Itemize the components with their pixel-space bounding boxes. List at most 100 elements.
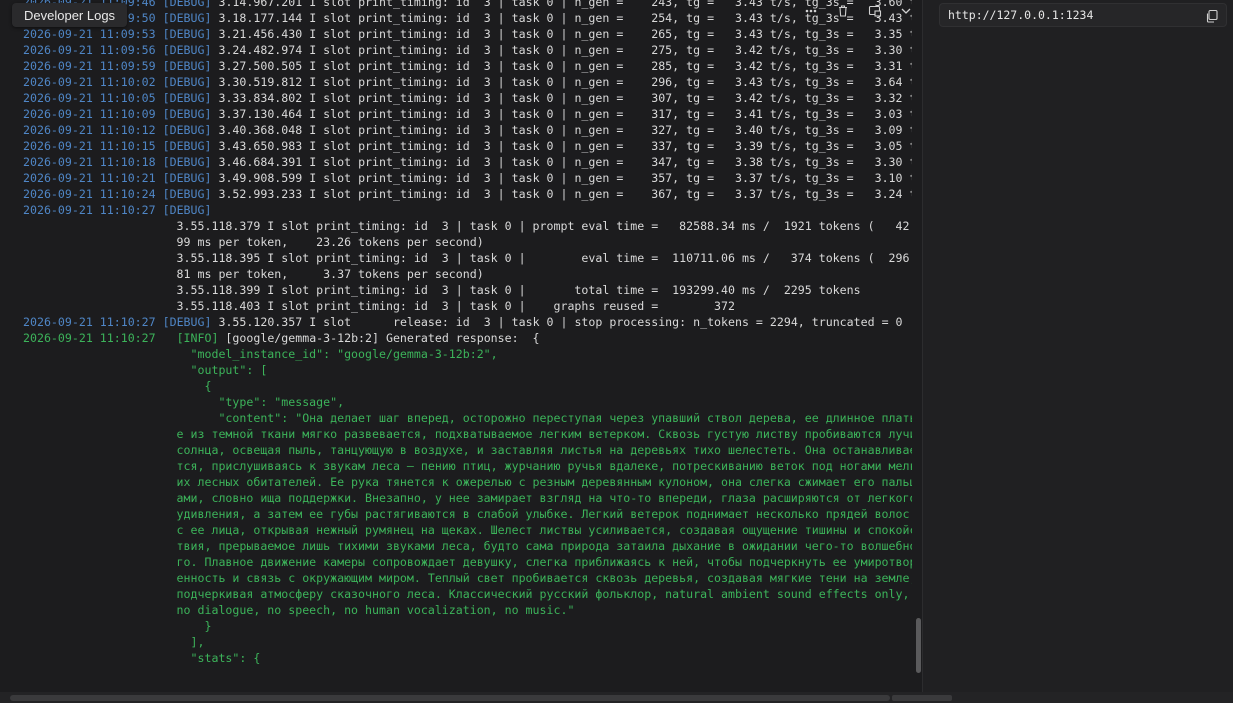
log-level: [DEBUG] [162,11,212,25]
bottom-status-strip [732,692,1233,703]
log-line: 3.55.118.399 I slot print_timing: id 3 |… [23,282,912,298]
log-message: 3.24.482.974 I slot print_timing: id 3 |… [211,43,912,57]
log-timestamp: 2026-09-21 11:10:21 [23,171,156,185]
log-message: 3.46.684.391 I slot print_timing: id 3 |… [211,155,912,169]
server-url-field[interactable]: http://127.0.0.1:1234 [939,3,1227,27]
log-message: тся, прислушиваясь к звукам леса — пению… [23,459,912,473]
log-message: 3.33.834.802 I slot print_timing: id 3 |… [211,91,912,105]
tab-developer-logs[interactable]: Developer Logs [12,3,128,27]
log-line: е из темной ткани мягко развевается, под… [23,426,912,442]
log-line: 81 ms per token, 3.37 tokens per second) [23,266,912,282]
log-message: } [23,619,212,633]
log-timestamp: 2026-09-21 11:10:24 [23,187,156,201]
log-message: "type": "message", [23,395,345,409]
log-line: твия, прерываемое лишь тихими звуками ле… [23,538,912,554]
log-level: [DEBUG] [162,107,212,121]
log-timestamp: 2026-09-21 11:10:05 [23,91,156,105]
log-message: 3.30.519.812 I slot print_timing: id 3 |… [211,75,912,89]
log-timestamp: 2026-09-21 11:09:56 [23,43,156,57]
more-horizontal-icon[interactable] [800,2,822,20]
log-message: 3.49.908.599 I slot print_timing: id 3 |… [211,171,912,185]
vertical-scrollbar-track[interactable] [913,0,922,692]
log-line: 2026-09-21 11:10:15 [DEBUG] 3.43.650.983… [23,138,912,154]
log-lines-container: 2026-09-21 11:09:46 [DEBUG] 3.14.967.201… [23,0,912,666]
server-url-text[interactable]: http://127.0.0.1:1234 [948,4,1093,26]
log-output[interactable]: 2026-09-21 11:09:46 [DEBUG] 3.14.967.201… [0,0,912,692]
log-message: "output": [ [23,363,268,377]
log-timestamp: 2026-09-21 11:10:15 [23,139,156,153]
log-line: 2026-09-21 11:10:02 [DEBUG] 3.30.519.812… [23,74,912,90]
log-level: [DEBUG] [162,27,212,41]
log-message: 3.52.993.233 I slot print_timing: id 3 |… [211,187,912,201]
log-level: [DEBUG] [162,59,212,73]
log-line: 2026-09-21 11:09:50 [DEBUG] 3.18.177.144… [23,10,912,26]
log-timestamp: 2026-09-21 11:10:27 [23,331,156,345]
log-line: "content": "Она делает шаг вперед, остор… [23,410,912,426]
log-line: ами, словно ища поддержки. Внезапно, у н… [23,490,912,506]
log-message: подчеркивая атмосферу сказочного леса. К… [23,587,910,601]
log-line: енность и связь с окружающим миром. Тепл… [23,570,912,586]
log-message: no dialogue, no speech, no human vocaliz… [23,603,575,617]
log-message: 3.55.118.399 I slot print_timing: id 3 |… [23,283,861,297]
trash-icon[interactable] [832,2,854,20]
log-message: енность и связь с окружающим миром. Тепл… [23,571,912,585]
log-line: "model_instance_id": "google/gemma-3-12b… [23,346,912,362]
log-message: ами, словно ища поддержки. Внезапно, у н… [23,491,912,505]
log-line: 2026-09-21 11:10:27 [DEBUG] 3.55.120.357… [23,314,912,330]
log-line: 2026-09-21 11:10:27 [INFO] [google/gemma… [23,330,912,346]
vertical-scrollbar-thumb[interactable] [916,618,921,673]
log-line: 3.55.118.395 I slot print_timing: id 3 |… [23,250,912,266]
log-message: { [23,379,212,393]
log-line: 2026-09-21 11:10:21 [DEBUG] 3.49.908.599… [23,170,912,186]
log-message: 99 ms per token, 23.26 tokens per second… [23,235,484,249]
log-line: солнца, освещая пыль, танцующую в воздух… [23,442,912,458]
log-line: 3.55.118.379 I slot print_timing: id 3 |… [23,218,912,234]
log-message: "stats": { [23,651,261,665]
log-timestamp: 2026-09-21 11:09:59 [23,59,156,73]
log-line: "stats": { [23,650,912,666]
chevron-down-icon[interactable] [895,2,917,20]
log-line: го. Плавное движение камеры сопровождает… [23,554,912,570]
log-level: [DEBUG] [162,315,212,329]
log-message: с ее лица, открывая нежный румянец на ще… [23,523,912,537]
log-line: 2026-09-21 11:09:53 [DEBUG] 3.21.456.430… [23,26,912,42]
log-line: 2026-09-21 11:10:05 [DEBUG] 3.33.834.802… [23,90,912,106]
log-line: 2026-09-21 11:10:09 [DEBUG] 3.37.130.464… [23,106,912,122]
log-level: [DEBUG] [162,139,212,153]
log-message: твия, прерываемое лишь тихими звуками ле… [23,539,912,553]
log-message: удивления, а затем ее губы растягиваются… [23,507,910,521]
log-line: 2026-09-21 11:10:18 [DEBUG] 3.46.684.391… [23,154,912,170]
log-message: е из темной ткани мягко развевается, под… [23,427,912,441]
log-line: их лесных обитателей. Ее рука тянется к … [23,474,912,490]
log-line: 3.55.118.403 I slot print_timing: id 3 |… [23,298,912,314]
log-timestamp: 2026-09-21 11:10:12 [23,123,156,137]
log-level: [DEBUG] [162,91,212,105]
log-line: { [23,378,912,394]
log-timestamp: 2026-09-21 11:10:27 [23,203,156,217]
log-message: ], [23,635,205,649]
log-line: с ее лица, открывая нежный румянец на ще… [23,522,912,538]
log-level: [DEBUG] [162,171,212,185]
log-line: } [23,618,912,634]
log-level: [DEBUG] [162,123,212,137]
log-line: 2026-09-21 11:10:24 [DEBUG] 3.52.993.233… [23,186,912,202]
log-timestamp: 2026-09-21 11:10:09 [23,107,156,121]
log-message: "model_instance_id": "google/gemma-3-12b… [23,347,498,361]
log-line: "type": "message", [23,394,912,410]
log-message: 3.21.456.430 I slot print_timing: id 3 |… [211,27,912,41]
log-message: 3.37.130.464 I slot print_timing: id 3 |… [211,107,912,121]
log-line: тся, прислушиваясь к звукам леса — пению… [23,458,912,474]
log-message: 3.27.500.505 I slot print_timing: id 3 |… [211,59,912,73]
log-level: [DEBUG] [162,0,212,9]
log-message: 3.55.118.379 I slot print_timing: id 3 |… [23,219,912,233]
window-icon[interactable] [864,2,886,20]
log-line: 2026-09-21 11:09:56 [DEBUG] 3.24.482.974… [23,42,912,58]
log-line: ], [23,634,912,650]
log-level: [DEBUG] [162,43,212,57]
copy-icon[interactable] [1204,8,1220,24]
log-level: [DEBUG] [162,203,212,217]
log-line: no dialogue, no speech, no human vocaliz… [23,602,912,618]
log-timestamp: 2026-09-21 11:10:02 [23,75,156,89]
log-message: их лесных обитателей. Ее рука тянется к … [23,475,912,489]
log-message: 3.55.120.357 I slot release: id 3 | task… [211,315,903,329]
